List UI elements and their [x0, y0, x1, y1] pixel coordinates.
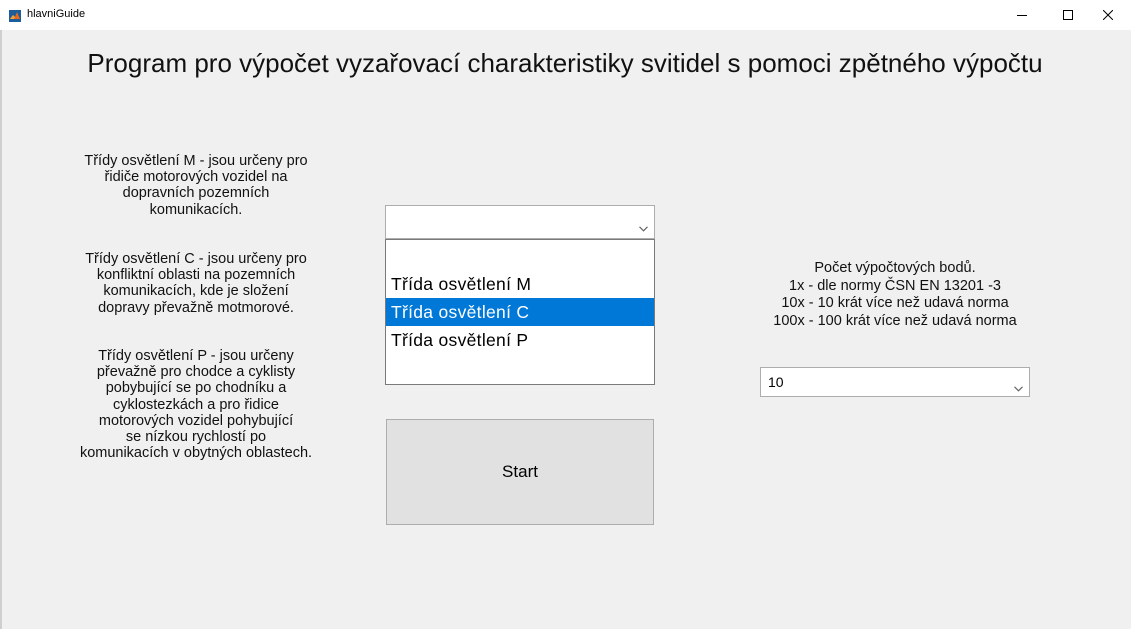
close-icon	[1103, 10, 1113, 20]
class-m-description: Třídy osvětlení M - jsou určeny pro řidi…	[84, 153, 308, 218]
matlab-icon	[9, 9, 21, 22]
minimize-icon	[1017, 10, 1027, 20]
class-c-description: Třídy osvětlení C - jsou určeny pro konf…	[85, 251, 307, 316]
lighting-class-select[interactable]	[385, 205, 655, 239]
points-info-text: Počet výpočtových bodů. 1x - dle normy Č…	[773, 260, 1017, 329]
option-class-m[interactable]: Třída osvětlení M	[386, 270, 654, 298]
chevron-down-icon	[1014, 379, 1023, 392]
lighting-class-dropdown-list[interactable]: Třída osvětlení M Třída osvětlení C Tříd…	[385, 239, 655, 385]
maximize-icon	[1063, 10, 1073, 20]
chevron-down-icon	[639, 219, 648, 232]
window-title: hlavniGuide	[27, 8, 86, 20]
title-bar[interactable]: hlavniGuide	[0, 0, 1131, 30]
page-title: Program pro výpočet vyzařovací charakter…	[87, 48, 1043, 78]
minimize-button[interactable]	[999, 0, 1045, 30]
option-class-p[interactable]: Třída osvětlení P	[386, 326, 654, 354]
window-border	[0, 30, 2, 629]
class-p-description: Třídy osvětlení P - jsou určeny převažně…	[79, 348, 313, 462]
close-button[interactable]	[1085, 0, 1131, 30]
points-count-select[interactable]: 10	[760, 367, 1030, 397]
points-count-select-value: 10	[768, 374, 784, 390]
option-class-c[interactable]: Třída osvětlení C	[386, 298, 654, 326]
start-button[interactable]: Start	[386, 419, 654, 525]
